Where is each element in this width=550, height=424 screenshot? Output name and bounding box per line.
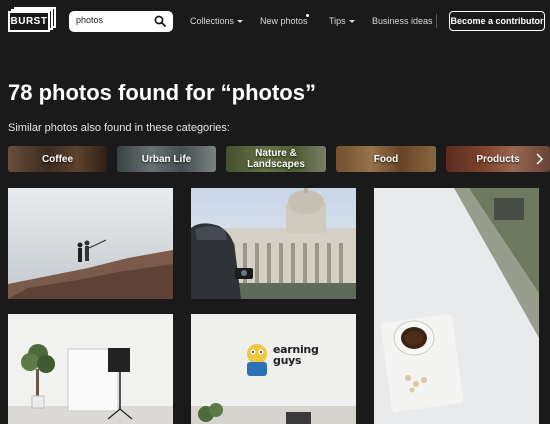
burst-logo[interactable]: BURST: [8, 7, 56, 32]
category-urban-life[interactable]: Urban Life: [117, 146, 216, 172]
photo-mountain-selfie[interactable]: [8, 188, 173, 299]
photo-studio-plant[interactable]: [8, 314, 173, 424]
search-input-value: photos: [76, 15, 104, 25]
new-indicator-dot: [306, 14, 309, 17]
category-label: Food: [373, 153, 399, 165]
category-nature-landscapes[interactable]: Nature & Landscapes: [226, 146, 326, 172]
category-label: Nature & Landscapes: [247, 148, 305, 170]
search-input[interactable]: photos: [69, 11, 173, 32]
nav-collections[interactable]: Collections: [190, 16, 244, 26]
nav-new-photos[interactable]: New photos: [260, 16, 308, 26]
nav-tips[interactable]: Tips: [329, 16, 355, 26]
results-heading: 78 photos found for “photos”: [8, 80, 316, 105]
category-label: Products: [476, 153, 520, 165]
category-coffee[interactable]: Coffee: [8, 146, 107, 172]
chevron-down-icon: [348, 20, 355, 24]
earning-guys-logo: earning guys: [273, 343, 319, 367]
photo-interior-watermark[interactable]: earning guys: [191, 314, 356, 424]
category-food[interactable]: Food: [336, 146, 436, 172]
category-label: Coffee: [41, 153, 74, 165]
top-navigation: BURST photos Collections New photos Tips…: [0, 0, 550, 44]
chevron-down-icon: [237, 20, 244, 24]
category-label: Urban Life: [141, 153, 192, 165]
chevron-right-icon[interactable]: [536, 153, 544, 165]
search-icon[interactable]: [154, 15, 166, 27]
photo-city-hall[interactable]: [191, 188, 356, 299]
logo-text: BURST: [10, 16, 48, 27]
categories-subheading: Similar photos also found in these categ…: [8, 122, 230, 134]
nav-business-ideas[interactable]: Business ideas: [372, 16, 433, 26]
nav-divider: [436, 14, 437, 28]
photo-coffee-cup[interactable]: [374, 188, 539, 424]
become-contributor-button[interactable]: Become a contributor: [449, 11, 545, 31]
category-products[interactable]: Products: [446, 146, 550, 172]
